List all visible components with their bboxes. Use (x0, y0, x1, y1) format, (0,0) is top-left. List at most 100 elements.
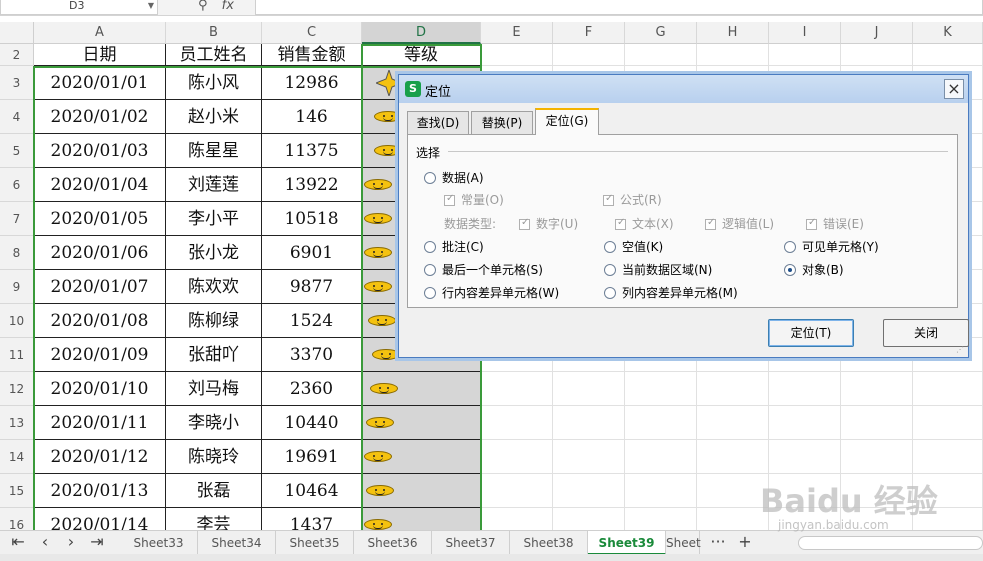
sheet-tab-sheet33[interactable]: Sheet33 (120, 531, 198, 555)
cell-b5[interactable]: 陈星星 (166, 134, 262, 168)
sheet-tab-sheet35[interactable]: Sheet35 (276, 531, 354, 555)
option-visible-cells[interactable]: 可见单元格(Y) (784, 238, 879, 255)
cell-b7[interactable]: 李小平 (166, 202, 262, 236)
cell-k2[interactable] (913, 44, 983, 66)
row-header-9[interactable]: 9 (0, 270, 34, 304)
row-header-11[interactable]: 11 (0, 338, 34, 372)
cell-g2[interactable] (625, 44, 697, 66)
cell-j13[interactable] (841, 406, 913, 440)
row-header-12[interactable]: 12 (0, 372, 34, 406)
option-col-diff[interactable]: 列内容差异单元格(M) (604, 284, 738, 301)
cell-b4[interactable]: 赵小米 (166, 100, 262, 134)
smiley-shape-icon[interactable] (366, 417, 394, 428)
row-header-7[interactable]: 7 (0, 202, 34, 236)
option-last-cell[interactable]: 最后一个单元格(S) (424, 261, 543, 278)
cell-b10[interactable]: 陈柳绿 (166, 304, 262, 338)
checkbox-error[interactable]: 错误(E) (806, 215, 864, 232)
cell-b8[interactable]: 张小龙 (166, 236, 262, 270)
cell-b12[interactable]: 刘马梅 (166, 372, 262, 406)
chevron-down-icon[interactable]: ▼ (148, 0, 154, 14)
option-current-region[interactable]: 当前数据区域(N) (604, 261, 712, 278)
cell-i14[interactable] (769, 440, 841, 474)
cell-c13[interactable]: 10440 (262, 406, 362, 440)
cell-c10[interactable]: 1524 (262, 304, 362, 338)
goto-button[interactable]: 定位(T) (768, 319, 854, 347)
next-sheet-button[interactable]: › (59, 531, 83, 555)
cell-a2[interactable]: 日期 (34, 44, 166, 66)
checkbox-logical[interactable]: 逻辑值(L) (705, 215, 774, 232)
first-sheet-button[interactable]: ⇤ (6, 531, 30, 555)
cell-c15[interactable]: 10464 (262, 474, 362, 508)
cell-g12[interactable] (625, 372, 697, 406)
row-header-15[interactable]: 15 (0, 474, 34, 508)
cell-e12[interactable] (481, 372, 553, 406)
cell-f13[interactable] (553, 406, 625, 440)
cell-b13[interactable]: 李晓小 (166, 406, 262, 440)
horizontal-scrollbar[interactable] (798, 536, 983, 550)
dialog-titlebar[interactable]: S 定位 × (399, 75, 968, 103)
smiley-shape-icon[interactable] (364, 213, 392, 224)
tab-find[interactable]: 查找(D) (407, 111, 469, 135)
cell-c14[interactable]: 19691 (262, 440, 362, 474)
select-all-corner[interactable] (0, 22, 34, 44)
column-header-k[interactable]: K (913, 22, 983, 44)
smiley-shape-icon[interactable] (370, 383, 398, 394)
sheet-tab-sheet36[interactable]: Sheet36 (354, 531, 432, 555)
close-icon[interactable]: × (944, 79, 964, 99)
cell-f12[interactable] (553, 372, 625, 406)
cell-a9[interactable]: 2020/01/07 (34, 270, 166, 304)
column-header-d[interactable]: D (362, 22, 481, 44)
cell-c5[interactable]: 11375 (262, 134, 362, 168)
cell-c11[interactable]: 3370 (262, 338, 362, 372)
cell-h2[interactable] (697, 44, 769, 66)
row-header-10[interactable]: 10 (0, 304, 34, 338)
resize-grip-icon[interactable]: ⋰ (956, 345, 966, 355)
cell-c4[interactable]: 146 (262, 100, 362, 134)
sheet-tab-sheet37[interactable]: Sheet37 (432, 531, 510, 555)
checkbox-formula[interactable]: 公式(R) (603, 191, 662, 208)
option-blank[interactable]: 空值(K) (604, 238, 663, 255)
add-sheet-button[interactable]: + (733, 531, 757, 555)
cell-e14[interactable] (481, 440, 553, 474)
cell-g15[interactable] (625, 474, 697, 508)
option-comment[interactable]: 批注(C) (424, 238, 484, 255)
row-header-6[interactable]: 6 (0, 168, 34, 202)
cell-e2[interactable] (481, 44, 553, 66)
smiley-shape-icon[interactable] (364, 281, 392, 292)
cell-i12[interactable] (769, 372, 841, 406)
cell-g13[interactable] (625, 406, 697, 440)
formula-input[interactable] (255, 0, 983, 15)
cell-a13[interactable]: 2020/01/11 (34, 406, 166, 440)
close-button[interactable]: 关闭 (883, 319, 969, 347)
cell-a8[interactable]: 2020/01/06 (34, 236, 166, 270)
cell-g14[interactable] (625, 440, 697, 474)
cell-b6[interactable]: 刘莲莲 (166, 168, 262, 202)
cell-f15[interactable] (553, 474, 625, 508)
cell-a5[interactable]: 2020/01/03 (34, 134, 166, 168)
smiley-shape-icon[interactable] (364, 519, 392, 530)
cell-h14[interactable] (697, 440, 769, 474)
tab-replace[interactable]: 替换(P) (471, 111, 533, 135)
cell-b11[interactable]: 张甜吖 (166, 338, 262, 372)
cell-h12[interactable] (697, 372, 769, 406)
cell-a12[interactable]: 2020/01/10 (34, 372, 166, 406)
cell-j12[interactable] (841, 372, 913, 406)
cell-k13[interactable] (913, 406, 983, 440)
checkbox-text[interactable]: 文本(X) (615, 215, 674, 232)
cell-i13[interactable] (769, 406, 841, 440)
cell-f14[interactable] (553, 440, 625, 474)
zoom-icon[interactable]: ⚲ (198, 0, 208, 13)
checkbox-number[interactable]: 数字(U) (519, 215, 578, 232)
sheet-tab-sheet34[interactable]: Sheet34 (198, 531, 276, 555)
row-header-3[interactable]: 3 (0, 66, 34, 100)
row-header-14[interactable]: 14 (0, 440, 34, 474)
prev-sheet-button[interactable]: ‹ (33, 531, 57, 555)
smiley-shape-icon[interactable] (364, 451, 392, 462)
sheet-tab-sheet39[interactable]: Sheet39 (588, 531, 666, 555)
cell-i2[interactable] (769, 44, 841, 66)
cell-b9[interactable]: 陈欢欢 (166, 270, 262, 304)
cell-a10[interactable]: 2020/01/08 (34, 304, 166, 338)
name-box[interactable]: D3 ▼ (0, 0, 158, 15)
cell-b2[interactable]: 员工姓名 (166, 44, 262, 66)
smiley-shape-icon[interactable] (364, 247, 392, 258)
